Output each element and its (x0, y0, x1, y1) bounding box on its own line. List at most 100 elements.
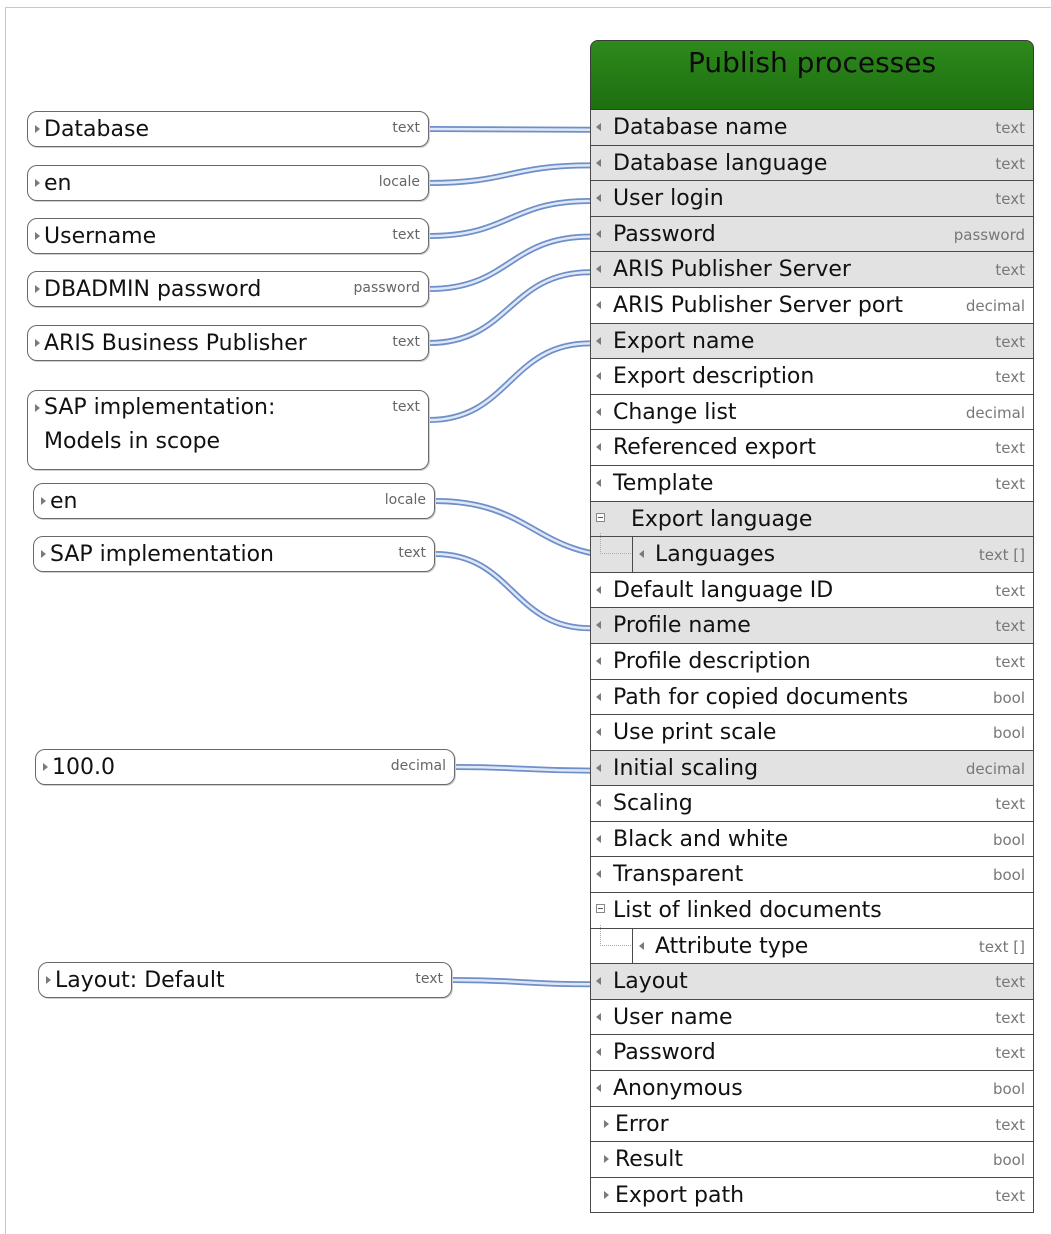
param-row-attribute-type[interactable]: Attribute type text [] (590, 924, 1034, 965)
param-row-profile-name[interactable]: Profile name text (590, 608, 1034, 644)
input-pin-icon[interactable] (639, 941, 644, 950)
input-pin-icon[interactable] (596, 799, 601, 808)
input-pin-icon[interactable] (596, 300, 601, 309)
input-pin-icon[interactable] (596, 372, 601, 381)
expand-arrow-icon[interactable] (35, 339, 40, 347)
input-pin-icon[interactable] (596, 158, 601, 167)
input-value: ARIS Business Publisher (44, 331, 307, 356)
expand-arrow-icon[interactable] (35, 404, 40, 412)
param-label: Export language (631, 506, 813, 532)
param-row-default-language-id[interactable]: Default language ID text (590, 572, 1034, 609)
param-label: Transparent (613, 862, 744, 888)
input-layout-default[interactable]: Layout: Default text (38, 962, 452, 998)
param-row-export-description[interactable]: Export description text (590, 359, 1034, 395)
param-label: Template (613, 470, 714, 496)
input-pin-icon[interactable] (596, 1012, 601, 1021)
param-label: Export description (613, 364, 815, 390)
output-pin-icon[interactable] (604, 1119, 609, 1128)
param-row-password[interactable]: Password text (590, 1035, 1034, 1072)
input-initial-scaling[interactable]: 100.0 decimal (35, 749, 455, 785)
param-row-result[interactable]: Result bool (590, 1142, 1034, 1178)
param-row-change-list[interactable]: Change list decimal (590, 394, 1034, 431)
param-type: text (995, 1044, 1025, 1063)
param-type: text (995, 652, 1025, 671)
input-locale-en-1[interactable]: en locale (27, 165, 429, 201)
param-row-aris-publisher-server[interactable]: ARIS Publisher Server text (590, 252, 1034, 288)
input-pin-icon[interactable] (596, 1048, 601, 1057)
input-dbadmin-password[interactable]: DBADMIN password password (27, 271, 429, 307)
input-locale-en-2[interactable]: en locale (33, 483, 435, 519)
input-pin-icon[interactable] (596, 763, 601, 772)
param-row-database-language[interactable]: Database language text (590, 145, 1034, 182)
param-row-black-and-white[interactable]: Black and white bool (590, 821, 1034, 858)
expand-arrow-icon[interactable] (46, 976, 51, 984)
param-label: Password (613, 221, 716, 247)
input-pin-icon[interactable] (596, 443, 601, 452)
param-row-aris-publisher-server-port[interactable]: ARIS Publisher Server port decimal (590, 287, 1034, 324)
param-row-scaling[interactable]: Scaling text (590, 786, 1034, 822)
input-pin-icon[interactable] (596, 656, 601, 665)
input-pin-icon[interactable] (596, 194, 601, 203)
input-pin-icon[interactable] (596, 692, 601, 701)
expand-arrow-icon[interactable] (35, 285, 40, 293)
param-row-transparent[interactable]: Transparent bool (590, 857, 1034, 894)
collapse-icon[interactable] (596, 904, 605, 914)
param-row-export-name[interactable]: Export name text (590, 323, 1034, 360)
param-row-referenced-export[interactable]: Referenced export text (590, 430, 1034, 466)
input-pin-icon[interactable] (596, 229, 601, 238)
input-pin-icon[interactable] (596, 478, 601, 487)
output-pin-icon[interactable] (604, 1190, 609, 1199)
param-row-use-print-scale[interactable]: Use print scale bool (590, 715, 1034, 751)
input-pin-icon[interactable] (596, 870, 601, 879)
param-row-user-login[interactable]: User login text (590, 181, 1034, 217)
collapse-icon[interactable] (596, 512, 605, 522)
input-pin-icon[interactable] (596, 834, 601, 843)
input-value: SAP implementation: Models in scope (44, 395, 276, 454)
expand-arrow-icon[interactable] (41, 497, 46, 505)
param-type: bool (992, 688, 1025, 707)
param-row-list-of-linked-documents[interactable]: List of linked documents (590, 893, 1034, 929)
param-type: decimal (965, 403, 1025, 422)
param-row-export-language[interactable]: Export language (590, 501, 1034, 538)
input-username[interactable]: Username text (27, 218, 429, 254)
expand-arrow-icon[interactable] (35, 125, 40, 133)
expand-arrow-icon[interactable] (43, 763, 48, 771)
input-value: en (44, 171, 72, 196)
input-type: decimal (390, 758, 446, 774)
param-row-database-name[interactable]: Database name text (590, 110, 1034, 146)
input-aris-business-publisher[interactable]: ARIS Business Publisher text (27, 325, 429, 361)
param-row-export-path[interactable]: Export path text (590, 1177, 1034, 1214)
param-row-password[interactable]: Password password (590, 216, 1034, 253)
input-sap-implementation[interactable]: SAP implementation text (33, 536, 435, 572)
output-pin-icon[interactable] (604, 1155, 609, 1164)
param-row-initial-scaling[interactable]: Initial scaling decimal (590, 750, 1034, 787)
param-row-anonymous[interactable]: Anonymous bool (590, 1071, 1034, 1107)
input-pin-icon[interactable] (596, 123, 601, 131)
param-row-error[interactable]: Error text (590, 1106, 1034, 1143)
param-type: decimal (965, 296, 1025, 315)
input-pin-icon[interactable] (596, 407, 601, 416)
connection-wire-core (428, 342, 591, 422)
function-publish-processes[interactable]: Publish processes Database name text Datab… (590, 40, 1034, 1214)
input-sap-models-in-scope[interactable]: SAP implementation: Models in scope text (27, 390, 429, 470)
input-pin-icon[interactable] (596, 265, 601, 274)
input-pin-icon[interactable] (596, 585, 601, 594)
expand-arrow-icon[interactable] (35, 179, 40, 187)
input-pin-icon[interactable] (596, 728, 601, 737)
param-row-template[interactable]: Template text (590, 465, 1034, 502)
input-pin-icon[interactable] (596, 977, 601, 986)
param-type: text (995, 154, 1025, 173)
input-pin-icon[interactable] (596, 621, 601, 630)
expand-arrow-icon[interactable] (35, 232, 40, 240)
input-database[interactable]: Database text (27, 111, 429, 147)
input-type: text (392, 399, 420, 415)
input-pin-icon[interactable] (596, 1084, 601, 1093)
param-row-user-name[interactable]: User name text (590, 999, 1034, 1036)
input-pin-icon[interactable] (639, 550, 644, 559)
param-row-layout[interactable]: Layout text (590, 964, 1034, 1000)
param-row-path-for-copied-documents[interactable]: Path for copied documents bool (590, 679, 1034, 716)
input-pin-icon[interactable] (596, 336, 601, 345)
expand-arrow-icon[interactable] (41, 550, 46, 558)
param-row-languages[interactable]: Languages text [] (590, 533, 1034, 573)
param-row-profile-description[interactable]: Profile description text (590, 643, 1034, 680)
